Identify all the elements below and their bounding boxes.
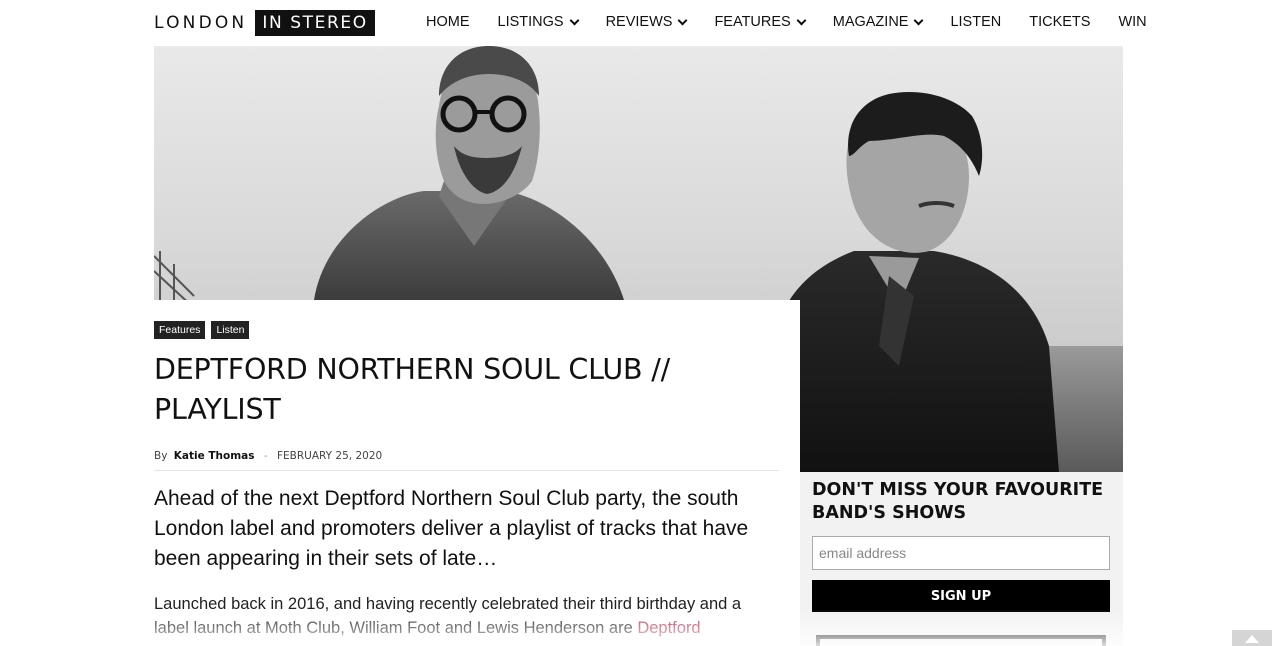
nav-item-listings[interactable]: LISTINGS (484, 14, 592, 30)
main-nav: HOME LISTINGS REVIEWS FEATURES MAGAZINE LISTE… (412, 0, 1161, 44)
nav-item-label: LISTINGS (497, 14, 564, 30)
author-link[interactable]: Katie Thomas (174, 450, 255, 462)
nav-item-listen[interactable]: LISTEN (936, 14, 1015, 30)
left-person-shape (314, 46, 624, 300)
sign-up-button[interactable]: SIGN UP (812, 580, 1110, 612)
back-to-top-button[interactable] (1232, 630, 1272, 646)
deptford-link[interactable]: Deptford (637, 619, 700, 637)
signup-title: DON'T MISS YOUR FAVOURITE BAND'S SHOWS (812, 480, 1104, 523)
email-field[interactable] (812, 536, 1110, 570)
article-lead: Ahead of the next Deptford Northern Soul… (154, 487, 749, 570)
tag-listen[interactable]: Listen (211, 321, 250, 339)
nav-item-home[interactable]: HOME (412, 14, 484, 30)
tag-features[interactable]: Features (154, 321, 206, 339)
site-logo[interactable]: LONDON IN STEREO (154, 9, 375, 36)
logo-stereo-text: IN STEREO (255, 9, 375, 36)
chevron-down-icon (796, 15, 807, 25)
nav-item-label: FEATURES (714, 14, 791, 30)
right-person-shape (769, 92, 1059, 472)
nav-item-label: HOME (426, 14, 470, 30)
category-tags: Features Listen (154, 321, 250, 339)
arrow-up-icon (1245, 635, 1259, 643)
nav-item-label: MAGAZINE (832, 14, 909, 30)
chevron-down-icon (914, 15, 924, 25)
publish-date: FEBRUARY 25, 2020 (277, 450, 383, 462)
article-body: Launched back in 2016, and having recent… (154, 592, 779, 640)
nav-item-reviews[interactable]: REVIEWS (592, 14, 701, 30)
next-widget-frame (816, 635, 1106, 646)
nav-item-win[interactable]: WIN (1104, 14, 1160, 30)
chevron-down-icon (569, 15, 580, 25)
site-header: LONDON IN STEREO HOME LISTINGS REVIEWS FEAT… (0, 0, 1278, 46)
logo-london-text: LONDON (154, 12, 248, 33)
newsletter-signup: DON'T MISS YOUR FAVOURITE BAND'S SHOWS S… (800, 472, 1123, 646)
chevron-down-icon (678, 15, 688, 25)
nav-item-tickets[interactable]: TICKETS (1015, 14, 1104, 30)
nav-item-label: WIN (1118, 14, 1147, 30)
nav-item-magazine[interactable]: MAGAZINE (819, 14, 937, 30)
byline-prefix: By (154, 450, 168, 462)
nav-item-label: TICKETS (1029, 14, 1091, 30)
article-meta: By Katie Thomas - FEBRUARY 25, 2020 (154, 450, 779, 471)
nav-item-label: LISTEN (950, 14, 1002, 30)
nav-item-label: REVIEWS (605, 14, 673, 30)
meta-separator: - (263, 450, 268, 462)
nav-item-features[interactable]: FEATURES (700, 14, 818, 30)
article-title: DEPTFORD NORTHERN SOUL CLUB // PLAYLIST (154, 353, 671, 426)
article-card: Features Listen DEPTFORD NORTHERN SOUL CL… (134, 300, 800, 646)
